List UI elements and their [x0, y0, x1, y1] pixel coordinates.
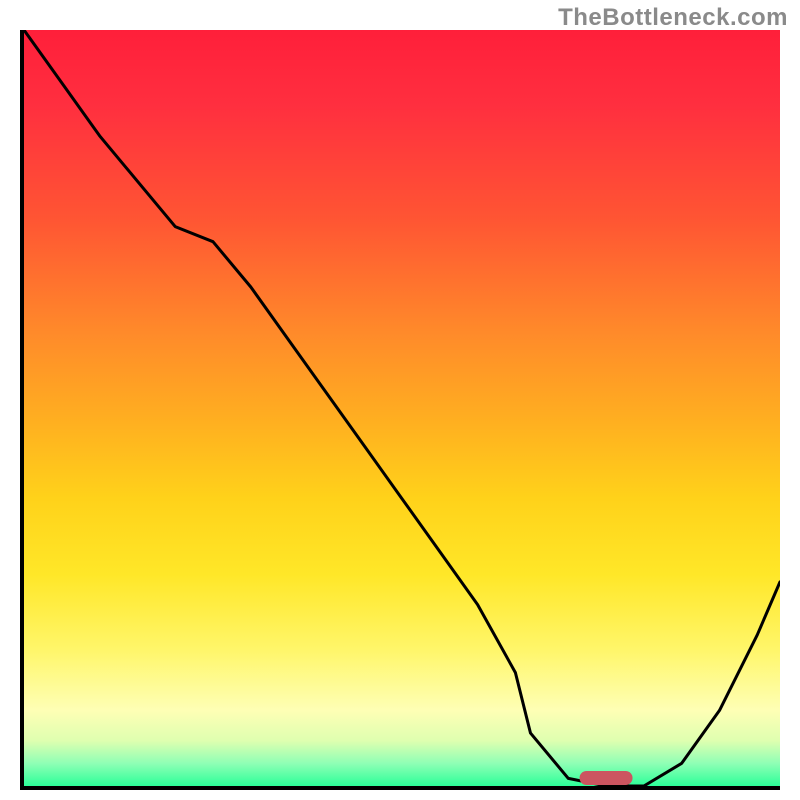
plot-area — [20, 30, 780, 790]
chart-container: TheBottleneck.com — [0, 0, 800, 800]
optimal-marker — [580, 771, 633, 785]
curve-path — [24, 30, 780, 786]
watermark-text: TheBottleneck.com — [558, 4, 788, 32]
bottleneck-curve — [24, 30, 780, 786]
